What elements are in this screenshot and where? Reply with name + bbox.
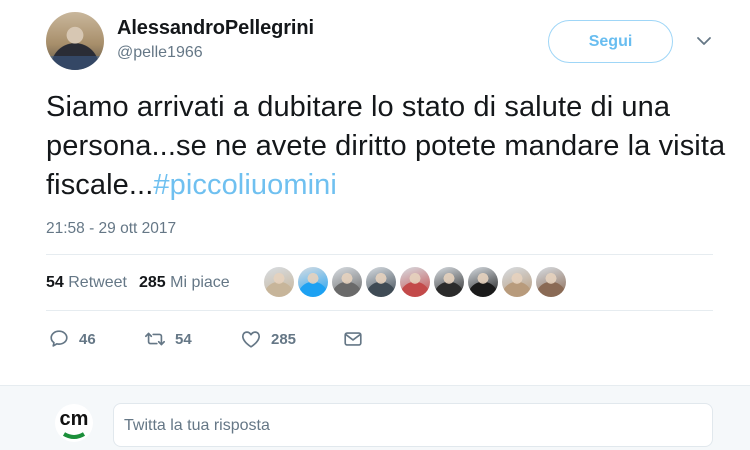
tweet-stats: 54 Retweet 285 Mi piace — [46, 274, 230, 292]
liker-avatar[interactable] — [468, 267, 498, 297]
liker-avatar[interactable] — [434, 267, 464, 297]
reply-icon — [50, 330, 68, 347]
liker-avatars — [264, 267, 566, 297]
tweet-timestamp[interactable]: 21:58 - 29 ott 2017 — [46, 220, 176, 238]
reply-count: 46 — [79, 330, 96, 348]
liker-avatar[interactable] — [264, 267, 294, 297]
retweet-stat-label: Retweet — [68, 274, 127, 291]
tweet-body: Siamo arrivati a dubitare lo stato di sa… — [46, 91, 726, 201]
liker-avatar[interactable] — [366, 267, 396, 297]
message-action[interactable] — [342, 328, 364, 350]
liker-avatar[interactable] — [536, 267, 566, 297]
current-user-avatar[interactable]: cm — [54, 402, 94, 444]
envelope-icon — [344, 332, 362, 346]
chevron-down-icon[interactable] — [695, 34, 713, 48]
author-handle[interactable]: @pelle1966 — [117, 44, 203, 62]
like-stat-label: Mi piace — [170, 274, 230, 291]
like-count: 285 — [271, 330, 297, 348]
liker-avatar[interactable] — [502, 267, 532, 297]
follow-button[interactable]: Segui — [548, 20, 673, 63]
liker-avatar[interactable] — [332, 267, 362, 297]
hashtag-link[interactable]: #piccoliuomini — [153, 169, 337, 201]
reply-action[interactable]: 46 — [48, 328, 144, 350]
tweet-card: AlessandroPellegrini @pelle1966 Segui Si… — [0, 0, 750, 385]
divider — [46, 254, 713, 255]
author-avatar[interactable] — [46, 12, 104, 70]
divider — [46, 310, 713, 311]
avatar-logo-text: cm — [60, 408, 89, 430]
like-stat-count: 285 — [138, 274, 166, 291]
reply-input[interactable]: Twitta la tua risposta — [113, 403, 713, 447]
retweet-stat[interactable]: 54 Retweet — [46, 274, 127, 292]
retweet-count: 54 — [175, 330, 192, 348]
retweet-action[interactable]: 54 — [144, 328, 240, 350]
retweet-stat-count: 54 — [46, 274, 64, 291]
like-stat[interactable]: 285 Mi piace — [139, 274, 230, 292]
like-action[interactable]: 285 — [240, 328, 342, 350]
tweet-text: Siamo arrivati a dubitare lo stato di sa… — [46, 88, 726, 205]
author-name[interactable]: AlessandroPellegrini — [117, 17, 314, 40]
liker-avatar[interactable] — [298, 267, 328, 297]
heart-icon — [242, 331, 260, 348]
tweet-actions: 46 54 285 — [48, 328, 364, 350]
liker-avatar[interactable] — [400, 267, 430, 297]
retweet-icon — [145, 332, 165, 346]
